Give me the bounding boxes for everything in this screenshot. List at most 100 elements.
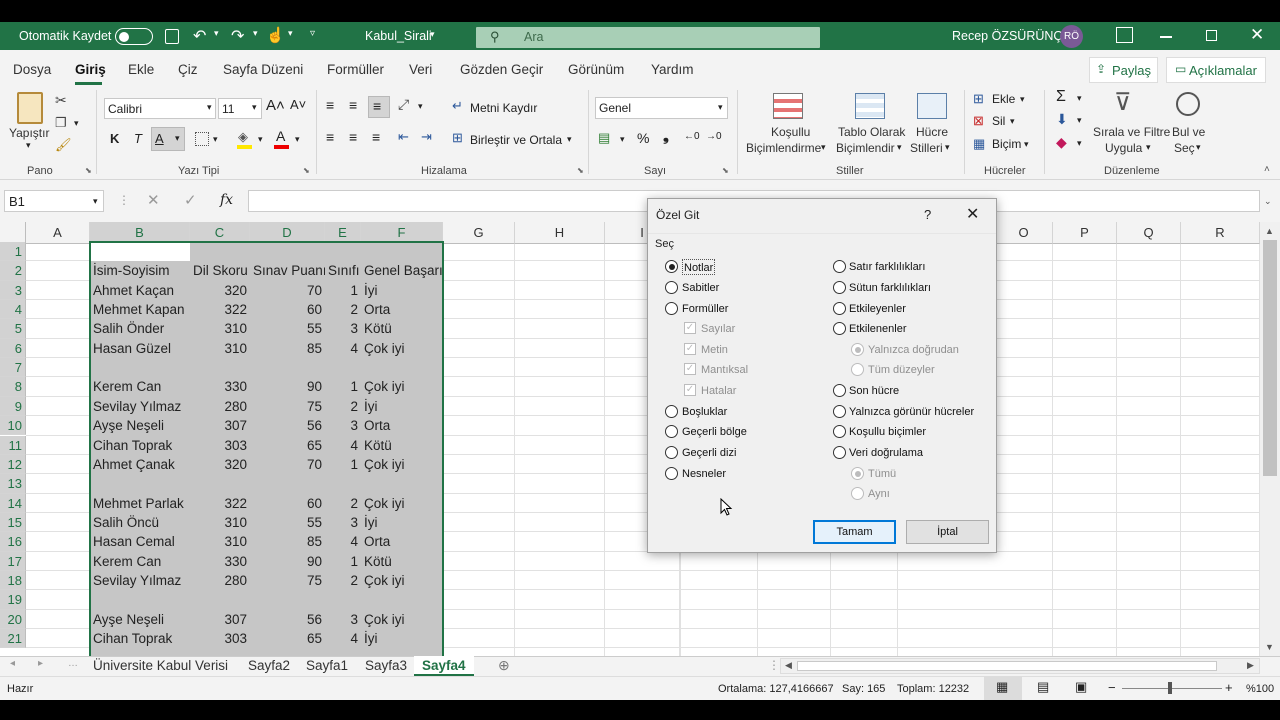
- radio-etkileyenler[interactable]: [833, 302, 846, 315]
- insert-function-icon[interactable]: fx: [220, 192, 233, 208]
- cell-f17[interactable]: Kötü: [361, 552, 443, 571]
- cell-b5[interactable]: Salih Önder: [90, 319, 190, 338]
- wrap-text-button[interactable]: Metni Kaydır: [470, 101, 537, 115]
- cell-c9[interactable]: 280: [190, 397, 250, 416]
- cell-c1[interactable]: [190, 242, 250, 261]
- cell-f3[interactable]: İyi: [361, 281, 443, 300]
- cell-d1[interactable]: [250, 242, 325, 261]
- cell-e20[interactable]: 3: [325, 610, 361, 629]
- accounting-format-icon[interactable]: ▤: [598, 130, 610, 146]
- radio-gecerli-bolge[interactable]: [665, 425, 678, 438]
- cell-f14[interactable]: Çok iyi: [361, 494, 443, 513]
- option-formuller-label[interactable]: Formüller: [682, 301, 728, 317]
- row-header-21[interactable]: 21: [0, 629, 26, 649]
- radio-satir-farkliliklari[interactable]: [833, 260, 846, 273]
- table-format-dropdown-icon[interactable]: ▾: [897, 142, 902, 153]
- number-format-select[interactable]: Genel ▾: [595, 97, 728, 119]
- option-bosluklar-label[interactable]: Boşluklar: [682, 404, 727, 420]
- row-header-2[interactable]: 2: [0, 261, 26, 281]
- insert-cells-button[interactable]: Ekle: [992, 92, 1015, 106]
- cell-b20[interactable]: Ayşe Neşeli: [90, 610, 190, 629]
- accounting-dropdown-icon[interactable]: ▾: [620, 134, 625, 145]
- cell-e19[interactable]: [325, 590, 361, 609]
- cell-c10[interactable]: 307: [190, 416, 250, 435]
- option-nesneler-label[interactable]: Nesneler: [682, 466, 726, 482]
- cell-b13[interactable]: [90, 474, 190, 493]
- cell-c2[interactable]: Dil Skoru: [190, 261, 250, 280]
- row-header-15[interactable]: 15: [0, 512, 26, 533]
- radio-kosullu-bicimler[interactable]: [833, 425, 846, 438]
- sort-filter-label-2[interactable]: Uygula: [1105, 140, 1142, 156]
- option-gorunur-hucreler-label[interactable]: Yalnızca görünür hücreler: [849, 404, 974, 420]
- wrap-text-icon[interactable]: ↵: [452, 98, 463, 114]
- sort-filter-label-1[interactable]: Sırala ve Filtre: [1093, 124, 1170, 140]
- merge-center-icon[interactable]: ⊞: [452, 130, 463, 146]
- comma-style-icon[interactable]: ❟: [663, 128, 669, 145]
- merge-dropdown-icon[interactable]: ▾: [567, 134, 572, 145]
- row-header-7[interactable]: 7: [0, 358, 26, 378]
- font-name-select[interactable]: Calibri ▾: [104, 98, 216, 119]
- enter-formula-icon[interactable]: ✓: [184, 191, 197, 209]
- cell-e8[interactable]: 1: [325, 377, 361, 396]
- cell-styles-icon[interactable]: [917, 93, 947, 119]
- share-button[interactable]: ⇪ Paylaş: [1089, 57, 1158, 83]
- option-kosullu-bicimler-label[interactable]: Koşullu biçimler: [849, 424, 926, 440]
- cell-d9[interactable]: 75: [250, 397, 325, 416]
- cancel-formula-icon[interactable]: ✕: [147, 191, 160, 209]
- cell-e5[interactable]: 3: [325, 319, 361, 338]
- cell-f9[interactable]: İyi: [361, 397, 443, 416]
- column-header-a[interactable]: A: [26, 222, 90, 244]
- delete-cells-button[interactable]: Sil: [992, 114, 1005, 128]
- table-format-label-1[interactable]: Tablo Olarak: [838, 124, 905, 140]
- expand-formula-icon[interactable]: ⌄: [1264, 196, 1272, 207]
- delete-cells-icon[interactable]: ⊠: [973, 113, 984, 129]
- decrease-decimal-icon[interactable]: →0: [706, 131, 722, 142]
- cell-c4[interactable]: 322: [190, 300, 250, 319]
- cell-b9[interactable]: Sevilay Yılmaz: [90, 397, 190, 416]
- cancel-button[interactable]: İptal: [906, 520, 989, 544]
- undo-icon[interactable]: ↶: [193, 26, 206, 46]
- cell-c16[interactable]: 310: [190, 532, 250, 551]
- row-header-17[interactable]: 17: [0, 551, 26, 571]
- cell-c15[interactable]: 310: [190, 513, 250, 532]
- vertical-scrollbar[interactable]: ▲ ▼: [1260, 222, 1280, 656]
- column-header-r[interactable]: R: [1181, 222, 1260, 244]
- scroll-up-icon[interactable]: ▲: [1265, 226, 1274, 236]
- file-name[interactable]: Kabul_Sirali: [365, 29, 432, 43]
- row-header-4[interactable]: 4: [0, 300, 26, 320]
- row-header-16[interactable]: 16: [0, 532, 26, 552]
- restore-icon[interactable]: [1206, 30, 1217, 41]
- cell-f4[interactable]: Orta: [361, 300, 443, 319]
- cell-f18[interactable]: Çok iyi: [361, 571, 443, 590]
- delete-dropdown-icon[interactable]: ▾: [1010, 116, 1015, 127]
- cell-e7[interactable]: [325, 358, 361, 377]
- cell-b6[interactable]: Hasan Güzel: [90, 339, 190, 358]
- row-header-6[interactable]: 6: [0, 338, 26, 359]
- increase-font-icon[interactable]: A˄: [266, 97, 285, 114]
- cell-f10[interactable]: Orta: [361, 416, 443, 435]
- cell-d4[interactable]: 60: [250, 300, 325, 319]
- cell-c17[interactable]: 330: [190, 552, 250, 571]
- name-box[interactable]: B1 ▾: [4, 190, 104, 212]
- column-header-h[interactable]: H: [515, 222, 605, 244]
- cell-e1[interactable]: [325, 242, 361, 261]
- option-etkilenenler-label[interactable]: Etkilenenler: [849, 321, 906, 337]
- touch-dropdown-icon[interactable]: ▾: [288, 28, 293, 39]
- cell-c6[interactable]: 310: [190, 339, 250, 358]
- cond-format-label-1[interactable]: Koşullu: [771, 124, 810, 140]
- format-as-table-icon[interactable]: [855, 93, 885, 119]
- fill-color-icon[interactable]: ◈: [238, 129, 248, 145]
- normal-view-button[interactable]: ▦: [984, 676, 1022, 700]
- option-veri-dogrulama-label[interactable]: Veri doğrulama: [849, 445, 923, 461]
- radio-sutun-farkliliklari[interactable]: [833, 281, 846, 294]
- cell-e11[interactable]: 4: [325, 436, 361, 455]
- borders-icon[interactable]: [195, 132, 209, 146]
- autosum-dropdown-icon[interactable]: ▾: [1077, 93, 1082, 104]
- redo-dropdown-icon[interactable]: ▾: [253, 28, 258, 39]
- cell-b2[interactable]: İsim-Soyisim: [90, 261, 190, 280]
- row-header-5[interactable]: 5: [0, 319, 26, 339]
- tab-split-handle-icon[interactable]: ⋮: [768, 658, 780, 672]
- cell-d11[interactable]: 65: [250, 436, 325, 455]
- tab-home[interactable]: Giriş: [75, 62, 106, 77]
- minimize-icon[interactable]: [1160, 36, 1172, 38]
